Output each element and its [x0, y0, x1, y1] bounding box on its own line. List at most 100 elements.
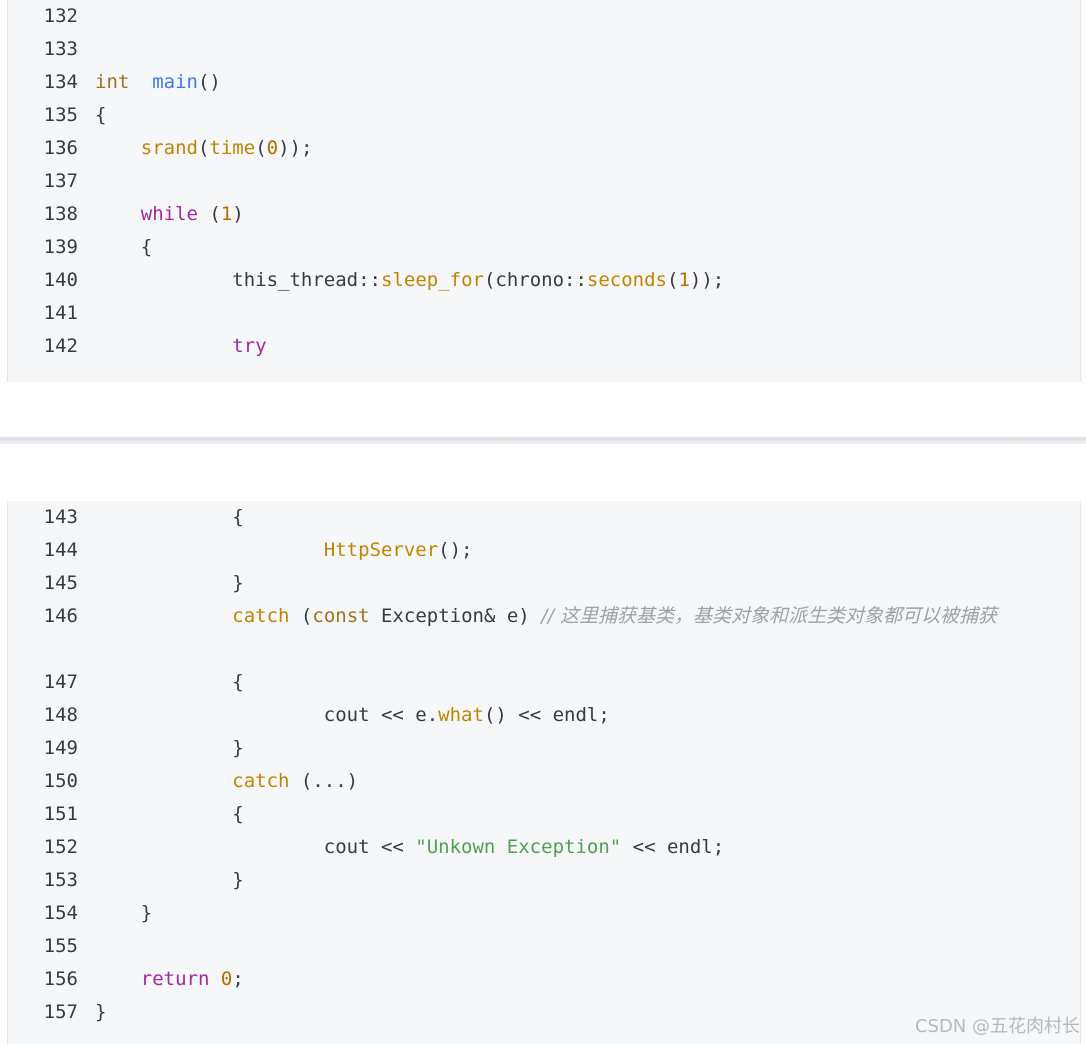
code-token: (...): [289, 770, 359, 792]
code-token: }: [95, 1001, 107, 1023]
code-token: {: [95, 236, 153, 258]
line-number: 154: [43, 902, 78, 924]
line-number: 135: [43, 104, 78, 126]
code-line: 147 {: [8, 666, 1080, 699]
code-token: }: [95, 737, 244, 759]
code-token: {: [95, 803, 244, 825]
code-text: {: [95, 501, 1040, 534]
code-token: ();: [438, 539, 473, 561]
code-token: srand: [140, 137, 198, 159]
line-number: 138: [43, 203, 78, 225]
code-token: cout << e.: [95, 704, 439, 726]
code-line: 142 try: [8, 330, 1080, 363]
code-token: << endl;: [621, 836, 725, 858]
code-line: 145 }: [8, 567, 1080, 600]
code-token: catch: [232, 770, 290, 792]
code-token: }: [95, 902, 153, 924]
code-text: }: [95, 567, 1040, 600]
code-token: what: [438, 704, 484, 726]
code-line: 150 catch (...): [8, 765, 1080, 798]
line-number: 141: [43, 302, 78, 324]
code-token: HttpServer: [323, 539, 439, 561]
code-line: 134 int main(): [8, 66, 1080, 99]
code-token: 1: [220, 203, 233, 225]
line-number: 156: [43, 968, 78, 990]
line-number: 136: [43, 137, 78, 159]
code-text: }: [95, 996, 1040, 1029]
code-text: cout << "Unkown Exception" << endl;: [95, 831, 1040, 864]
code-token: ): [232, 203, 244, 225]
code-token: {: [95, 506, 244, 528]
code-line: 153 }: [8, 864, 1080, 897]
code-token: try: [232, 335, 267, 357]
code-line: 143 {: [8, 501, 1080, 534]
code-line: 135 {: [8, 99, 1080, 132]
line-number: 142: [43, 335, 78, 357]
code-text: try: [95, 330, 1040, 363]
line-number: 133: [43, 38, 78, 60]
code-token: (: [666, 269, 679, 291]
page-divider: [0, 437, 1086, 444]
code-line: 138 while (1): [8, 198, 1080, 231]
code-text: return 0;: [95, 963, 1040, 996]
line-number: 145: [43, 572, 78, 594]
code-token: ));: [278, 137, 313, 159]
line-number: 139: [43, 236, 78, 258]
code-token: {: [95, 104, 107, 126]
code-line: 141: [8, 297, 1080, 330]
code-text: HttpServer();: [95, 534, 1040, 567]
line-number: 132: [43, 5, 78, 27]
code-token: (: [197, 137, 210, 159]
line-number: 137: [43, 170, 78, 192]
code-line: 136 srand(time(0));: [8, 132, 1080, 165]
code-token: 1: [678, 269, 690, 291]
line-number: 148: [43, 704, 78, 726]
code-text: }: [95, 897, 1040, 930]
code-text: cout << e.what() << endl;: [95, 699, 1040, 732]
code-token: (): [197, 71, 221, 93]
code-text: {: [95, 231, 1040, 264]
code-line: 139 {: [8, 231, 1080, 264]
code-token: const: [312, 605, 370, 627]
code-token: "Unkown Exception": [415, 836, 622, 858]
code-token: 0: [266, 137, 279, 159]
code-text: srand(time(0));: [95, 132, 1040, 165]
code-text: }: [95, 864, 1040, 897]
code-token: return: [140, 968, 210, 990]
code-token: catch: [232, 605, 290, 627]
code-token: (: [289, 605, 313, 627]
code-text: {: [95, 99, 1040, 132]
line-number: 146: [43, 605, 78, 627]
code-line: 151 {: [8, 798, 1080, 831]
code-line: 140 this_thread::sleep_for(chrono::secon…: [8, 264, 1080, 297]
line-number: 153: [43, 869, 78, 891]
code-token: time: [209, 137, 256, 159]
code-token: main: [152, 71, 198, 93]
code-token: sleep_for: [381, 269, 484, 291]
line-number: 151: [43, 803, 78, 825]
code-line: 156 return 0;: [8, 963, 1080, 996]
code-block-bottom: 143 {144 HttpServer(); 145 } 146 catch (co…: [7, 501, 1081, 1044]
code-token: this_thread::: [95, 269, 381, 291]
code-line: 148 cout << e.what() << endl;: [8, 699, 1080, 732]
code-token: while: [140, 203, 198, 225]
code-block-top: 132 133 134 int main() 135{136 srand(time(0)…: [7, 0, 1081, 382]
code-token: }: [95, 572, 244, 594]
code-text: this_thread::sleep_for(chrono::seconds(1…: [95, 264, 1040, 297]
line-number: 150: [43, 770, 78, 792]
code-text: catch (...): [95, 765, 1040, 798]
code-text: }: [95, 732, 1040, 765]
line-number: 152: [43, 836, 78, 858]
code-text: int main(): [95, 66, 1040, 99]
line-number: 149: [43, 737, 78, 759]
watermark: CSDN @五花肉村长: [914, 1016, 1080, 1037]
code-token: (chrono::: [483, 269, 587, 291]
code-token: 0: [220, 968, 233, 990]
code-token: Exception& e): [369, 605, 542, 627]
